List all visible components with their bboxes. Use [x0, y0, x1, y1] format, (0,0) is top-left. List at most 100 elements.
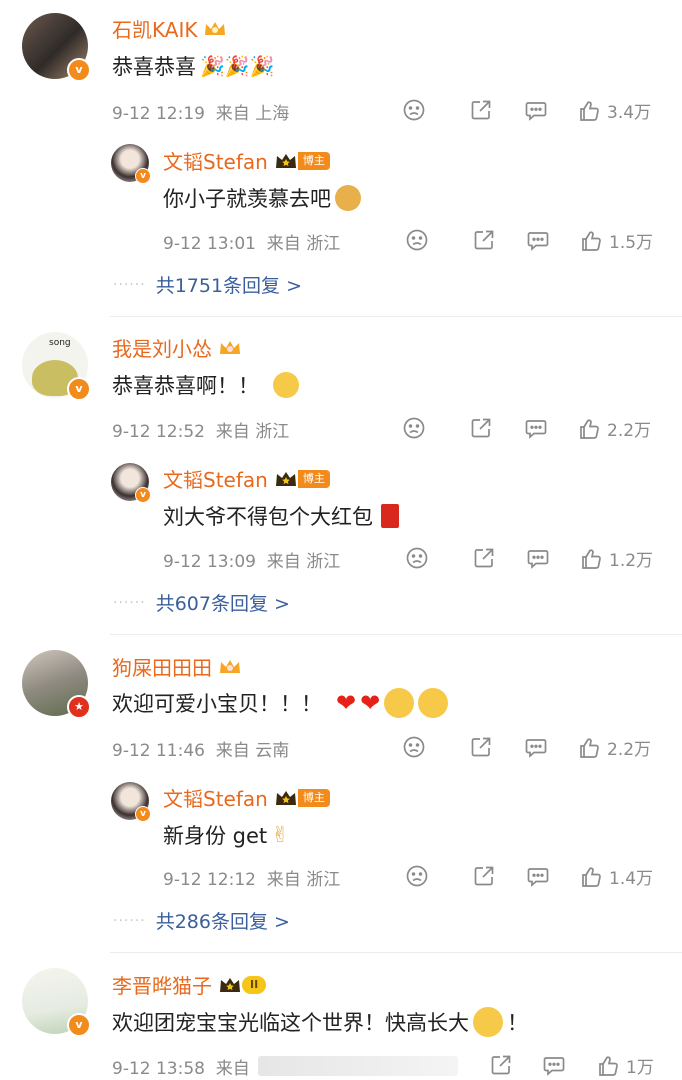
verified-badge-icon: v [67, 1013, 91, 1037]
like-button[interactable]: 1.2万 [579, 546, 653, 571]
reply-username[interactable]: 文韬Stefan 博主 [163, 783, 330, 812]
reply-button[interactable] [526, 228, 550, 252]
share-icon [472, 228, 496, 252]
reply-avatar[interactable]: v [111, 144, 151, 184]
like-button[interactable]: 3.4万 [577, 98, 651, 123]
verified-badge-icon: v [67, 377, 91, 401]
reply-button[interactable] [526, 864, 550, 888]
comment-text: 恭喜恭喜 🎉🎉🎉 [112, 54, 275, 79]
more-replies-link[interactable]: ······ 共286条回复 > [113, 907, 290, 934]
dislike-button[interactable] [402, 98, 426, 122]
dots-icon: ······ [113, 276, 146, 293]
share-icon [469, 98, 493, 122]
avatar[interactable]: ★ [22, 650, 91, 719]
reply-button[interactable] [524, 735, 548, 759]
share-button[interactable] [489, 1053, 513, 1077]
avatar[interactable]: song v [22, 332, 91, 401]
reply-actions: 1.4万 [405, 864, 665, 890]
reply-username[interactable]: 文韬Stefan 博主 [163, 464, 330, 493]
reply-button[interactable] [526, 546, 550, 570]
smile-flower-icon [473, 1007, 503, 1037]
share-button[interactable] [472, 864, 496, 888]
verified-badge-icon: ★ [67, 695, 91, 719]
comment-actions: 3.4万 [402, 98, 662, 124]
username[interactable]: 石凯KAIK [112, 14, 227, 43]
dislike-button[interactable] [402, 735, 426, 759]
crown-icon [220, 977, 240, 992]
comment-icon [524, 98, 548, 122]
thumbs-up-icon [579, 547, 603, 571]
reply-text: 刘大爷不得包个大红包 [163, 501, 399, 531]
share-button[interactable] [469, 98, 493, 122]
reply-button[interactable] [524, 98, 548, 122]
heart-icon: ❤ [336, 689, 357, 717]
reply-meta: 9-12 13:01 来自 浙江 [163, 234, 341, 254]
avatar[interactable]: v [22, 968, 91, 1037]
comment-icon [526, 864, 550, 888]
avatar[interactable]: v [22, 13, 91, 82]
sad-face-icon [402, 98, 426, 122]
like-button[interactable]: 1.4万 [579, 864, 653, 889]
username[interactable]: 狗屎田田田 [112, 652, 242, 681]
like-button[interactable]: 1万 [596, 1053, 654, 1078]
share-button[interactable] [472, 546, 496, 570]
username[interactable]: 李晋晔猫子 II [112, 970, 267, 999]
share-icon [469, 735, 493, 759]
reply-button[interactable] [542, 1053, 566, 1077]
divider [110, 634, 682, 635]
username[interactable]: 我是刘小怂 [112, 333, 242, 362]
author-tag: 博主 [297, 151, 330, 170]
smile-icon [418, 688, 449, 718]
comment-icon [526, 546, 550, 570]
doge-icon [335, 185, 361, 211]
share-button[interactable] [472, 228, 496, 252]
heart-icon: ❤ [360, 689, 381, 717]
thumbs-up-icon [579, 229, 603, 253]
crown-icon [275, 471, 296, 486]
crown-icon [275, 790, 296, 805]
sad-face-icon [405, 864, 429, 888]
reply-username[interactable]: 文韬Stefan 博主 [163, 146, 330, 175]
author-tag: 博主 [297, 469, 330, 488]
comment-icon [524, 735, 548, 759]
dislike-button[interactable] [402, 416, 426, 440]
crown-icon [205, 21, 226, 35]
share-button[interactable] [469, 416, 493, 440]
thumbs-up-icon [596, 1054, 620, 1078]
sad-face-icon [405, 228, 429, 252]
like-count: 2.2万 [607, 421, 652, 441]
reply-button[interactable] [524, 416, 548, 440]
comment-text: 欢迎可爱小宝贝！！！ ❤ ❤ [112, 688, 449, 718]
dots-icon: ······ [113, 912, 146, 929]
comment-actions: 1万 [402, 1053, 662, 1079]
reply-avatar[interactable]: v [111, 463, 151, 503]
share-button[interactable] [469, 735, 493, 759]
like-button[interactable]: 1.5万 [579, 228, 653, 253]
reply-avatar[interactable]: v [111, 782, 151, 822]
party-popper-icon: 🎉🎉🎉 [200, 54, 275, 78]
sad-face-icon [405, 546, 429, 570]
comment-meta: 9-12 13:58 来自 [112, 1059, 250, 1079]
divider [110, 316, 682, 317]
more-replies-link[interactable]: ······ 共1751条回复 > [113, 271, 302, 298]
comment-text: 欢迎团宠宝宝光临这个世界！快高长大 ！ [112, 1007, 528, 1037]
dislike-button[interactable] [405, 228, 429, 252]
dislike-button[interactable] [405, 546, 429, 570]
sad-face-icon [402, 735, 426, 759]
verified-badge-icon: v [135, 487, 151, 503]
share-icon [472, 546, 496, 570]
like-count: 1.4万 [609, 869, 654, 889]
dots-icon: ······ [113, 594, 146, 611]
like-button[interactable]: 2.2万 [577, 416, 651, 441]
tears-of-joy-icon [273, 372, 299, 398]
more-replies-link[interactable]: ······ 共607条回复 > [113, 589, 290, 616]
like-button[interactable]: 2.2万 [577, 735, 651, 760]
thumbs-up-icon [579, 865, 603, 889]
dislike-button[interactable] [405, 864, 429, 888]
share-icon [489, 1053, 513, 1077]
reply-actions: 1.5万 [405, 228, 665, 254]
comment-meta: 9-12 12:52 来自 浙江 [112, 422, 290, 442]
crown-icon [275, 153, 296, 168]
comment-icon [524, 416, 548, 440]
verified-badge-icon: v [67, 58, 91, 82]
